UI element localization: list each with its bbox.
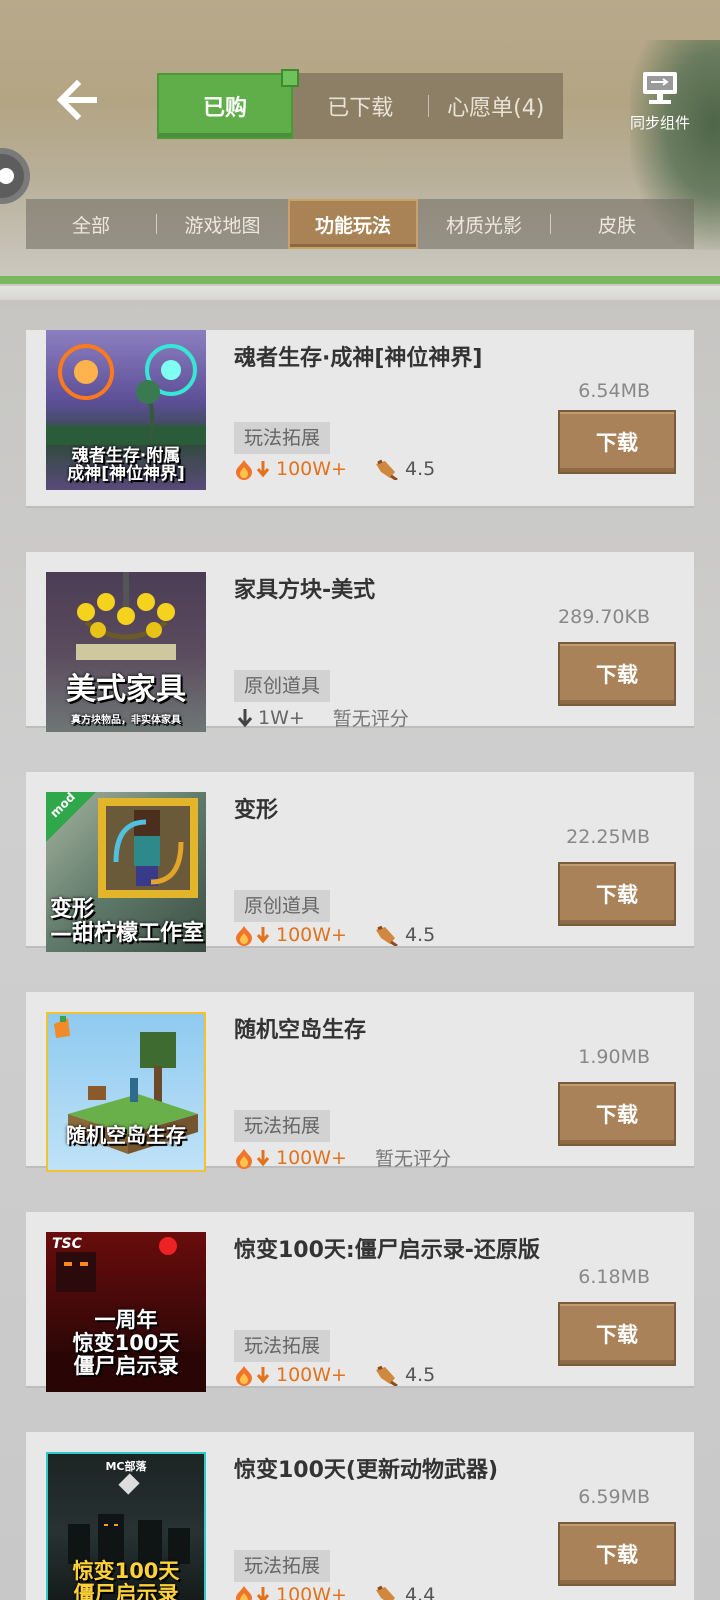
item-tag: 原创道具 <box>234 670 331 702</box>
hot-download-icon <box>236 1148 270 1169</box>
back-arrow-icon <box>56 80 97 120</box>
list-item[interactable]: 美式家具 真方块物品，非实体家具 家具方块-美式 289.70KB 原创道具 1… <box>26 552 694 732</box>
rating-value: 4.5 <box>404 924 436 946</box>
thumbnail-caption: 魂者生存·附属 成神[神位神界] <box>67 445 185 485</box>
item-size: 6.18MB <box>578 1266 650 1288</box>
item-size: 289.70KB <box>558 606 650 628</box>
sync-icon <box>643 72 677 104</box>
download-count: 1W+ <box>258 706 305 729</box>
item-size: 1.90MB <box>578 1046 650 1068</box>
item-title: 惊变100天:僵尸启示录-还原版 <box>234 1238 540 1263</box>
tab-downloaded[interactable]: 已下载 <box>293 90 428 122</box>
rating-value: 暂无评分 <box>332 708 409 730</box>
list-item[interactable]: 魂者生存·附属 成神[神位神界] 魂者生存·成神[神位神界] 6.54MB 玩法… <box>26 330 694 508</box>
item-thumbnail: mod 变形 —甜柠檬工作室 <box>46 792 206 952</box>
filter-gameplay[interactable]: 功能玩法 <box>288 199 418 249</box>
item-thumbnail: 随机空岛生存 <box>46 1012 206 1172</box>
hot-download-icon <box>236 1586 270 1600</box>
hot-download-icon <box>236 1366 270 1386</box>
item-tag: 玩法拓展 <box>234 1330 331 1362</box>
item-thumbnail: TSC 一周年 惊变100天 僵尸启示录 <box>46 1232 206 1392</box>
tab-wishlist[interactable]: 心愿单(4) <box>429 90 564 122</box>
download-count: 100W+ <box>276 924 347 946</box>
item-title: 惊变100天(更新动物武器) <box>234 1458 499 1483</box>
item-thumbnail: 魂者生存·附属 成神[神位神界] <box>46 330 206 490</box>
download-button[interactable]: 下载 <box>558 642 676 706</box>
item-thumbnail: 美式家具 真方块物品，非实体家具 <box>46 572 206 732</box>
download-count: 100W+ <box>276 1584 347 1600</box>
download-button[interactable]: 下载 <box>558 1082 676 1146</box>
item-stats: 100W+ 4.5 <box>234 924 435 946</box>
list-item[interactable]: MC部落 惊变100天 僵尸启示录 惊变100天(更新动物武器) 6.59MB … <box>26 1432 694 1600</box>
filter-all[interactable]: 全部 <box>26 199 156 249</box>
tab-bought-label: 已购 <box>202 96 247 121</box>
tsc-badge: TSC <box>52 1236 82 1252</box>
rating-icon <box>375 459 398 480</box>
list-item[interactable]: TSC 一周年 惊变100天 僵尸启示录 惊变100天:僵尸启示录-还原版 6.… <box>26 1212 694 1392</box>
rating-icon <box>375 1585 395 1600</box>
tribe-badge: MC部落 <box>105 1460 147 1473</box>
download-icon <box>237 708 253 727</box>
item-tag: 原创道具 <box>234 890 331 922</box>
hot-download-icon <box>236 460 270 480</box>
back-button[interactable] <box>52 78 104 122</box>
chandelier-icon <box>76 572 176 660</box>
header-green-line <box>0 276 720 284</box>
item-stats: 100W+ 4.5 <box>234 1364 435 1386</box>
tab-bought[interactable]: 已购 <box>157 69 299 139</box>
rating-value: 暂无评分 <box>374 1148 451 1170</box>
item-title: 随机空岛生存 <box>234 1018 367 1043</box>
item-stats: 1W+ 暂无评分 <box>234 704 409 731</box>
thumbnail-caption: 变形 —甜柠檬工作室 <box>50 896 205 946</box>
item-tag: 玩法拓展 <box>234 422 331 454</box>
item-title: 家具方块-美式 <box>234 578 376 603</box>
item-size: 6.54MB <box>578 380 650 402</box>
list-item[interactable]: mod 变形 —甜柠檬工作室 变形 22.25MB 原创道具 100W+ 4.5… <box>26 772 694 952</box>
thumbnail-caption: 一周年 惊变100天 僵尸启示录 <box>72 1307 180 1378</box>
filter-textures-shaders[interactable]: 材质光影 <box>418 199 550 249</box>
rating-value: 4.5 <box>404 458 436 480</box>
download-count: 100W+ <box>276 1146 347 1169</box>
download-button[interactable]: 下载 <box>558 1302 676 1366</box>
hot-download-icon <box>236 926 270 946</box>
sky-island-icon <box>54 1016 198 1154</box>
header: 已购 已下载 心愿单(4) 同步组件 全部 游戏地图 功能玩法 材质光影 皮肤 <box>0 0 720 300</box>
list-item[interactable]: 随机空岛生存 随机空岛生存 1.90MB 玩法拓展 100W+ 暂无评分 下载 <box>26 992 694 1172</box>
rating-icon <box>375 925 398 946</box>
item-size: 6.59MB <box>578 1486 650 1508</box>
rating-value: 4.4 <box>404 1584 436 1600</box>
thumbnail-subcaption: 真方块物品，非实体家具 <box>71 715 181 726</box>
sync-components-button[interactable]: 同步组件 <box>622 70 698 133</box>
top-tabs: 已购 已下载 心愿单(4) <box>157 69 564 139</box>
download-button[interactable]: 下载 <box>558 410 676 474</box>
floating-handle[interactable] <box>0 148 30 204</box>
item-tag: 玩法拓展 <box>234 1550 331 1582</box>
download-button[interactable]: 下载 <box>558 862 676 926</box>
item-title: 魂者生存·成神[神位神界] <box>234 346 483 371</box>
rating-value: 4.5 <box>404 1364 436 1386</box>
rating-icon <box>375 1365 398 1386</box>
category-filter-bar: 全部 游戏地图 功能玩法 材质光影 皮肤 <box>26 199 694 249</box>
filter-game-maps[interactable]: 游戏地图 <box>157 199 288 249</box>
item-thumbnail: MC部落 惊变100天 僵尸启示录 <box>46 1452 206 1600</box>
download-button[interactable]: 下载 <box>558 1522 676 1586</box>
item-stats: 100W+ 4.4 <box>234 1584 435 1600</box>
thumbnail-caption: 惊变100天 僵尸启示录 <box>72 1558 180 1600</box>
filter-skins[interactable]: 皮肤 <box>551 199 683 249</box>
item-size: 22.25MB <box>566 826 650 848</box>
item-stats: 100W+ 暂无评分 <box>234 1144 451 1171</box>
item-stats: 100W+ 4.5 <box>234 458 435 480</box>
thumbnail-caption: 美式家具 <box>66 672 186 707</box>
thumbnail-caption: 随机空岛生存 <box>66 1123 186 1147</box>
header-divider <box>0 286 720 300</box>
item-list: 魂者生存·附属 成神[神位神界] 魂者生存·成神[神位神界] 6.54MB 玩法… <box>26 330 694 1600</box>
sync-label: 同步组件 <box>629 114 690 132</box>
download-count: 100W+ <box>276 1364 347 1386</box>
tab-corner-decoration <box>281 69 299 87</box>
item-title: 变形 <box>234 798 279 823</box>
item-tag: 玩法拓展 <box>234 1110 331 1142</box>
download-count: 100W+ <box>276 458 347 480</box>
